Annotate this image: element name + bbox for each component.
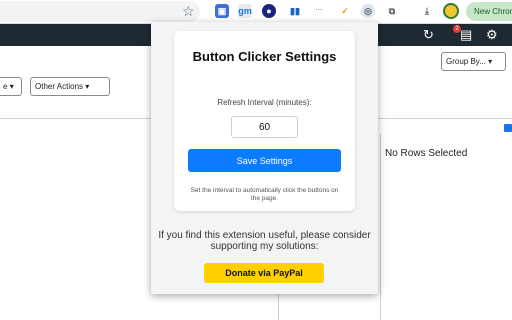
notification-badge: 2 [453, 25, 461, 33]
profile-avatar[interactable] [443, 3, 459, 19]
bookmark-star-icon[interactable]: ☆ [182, 3, 195, 20]
popup-title: Button Clicker Settings [192, 49, 337, 64]
action-select-label: e [3, 82, 8, 91]
ext-button-clicker-icon[interactable]: ◎ [361, 4, 375, 18]
divider [380, 134, 381, 320]
new-chrome-button[interactable]: New Chrom [466, 2, 512, 21]
save-settings-button[interactable]: Save Settings [188, 149, 341, 172]
help-text: Set the interval to automatically click … [190, 187, 339, 202]
action-select[interactable]: e ▾ [0, 77, 22, 96]
other-actions-select[interactable]: Other Actions ▾ [30, 77, 110, 96]
select-checkbox[interactable] [504, 124, 512, 132]
support-text: If you find this extension useful, pleas… [158, 230, 371, 252]
ext-gm-icon[interactable]: ● [262, 4, 276, 18]
settings-gear-icon[interactable]: ⚙ [486, 27, 498, 43]
chevron-down-icon: ▾ [85, 82, 90, 91]
chevron-down-icon: ▾ [9, 82, 14, 91]
interval-input[interactable] [231, 116, 298, 138]
ext-screenshot-icon[interactable]: ▣ [215, 4, 229, 18]
ext-tool-icon[interactable]: ··· [312, 4, 326, 18]
ext-grammarly-icon[interactable]: gm [238, 4, 252, 18]
address-bar[interactable] [0, 1, 200, 22]
ext-analytics-icon[interactable]: ▮▮ [288, 4, 302, 18]
chevron-down-icon: ▾ [488, 57, 493, 66]
print-icon[interactable]: ▤ [460, 27, 472, 43]
interval-label: Refresh Interval (minutes): [217, 98, 312, 107]
donate-paypal-button[interactable]: Donate via PayPal [204, 263, 324, 283]
no-rows-selected-text: No Rows Selected [385, 148, 468, 159]
other-actions-label: Other Actions [35, 82, 84, 91]
browser-toolbar: ☆ ▣ gm ● ▮▮ ··· ✓ ◎ ⧉ ⤓ New Chrom [0, 0, 512, 24]
refresh-icon[interactable]: ↻ [423, 27, 434, 43]
ext-puzzle-icon[interactable]: ⧉ [385, 4, 399, 18]
settings-card: Button Clicker Settings Refresh Interval… [174, 31, 355, 211]
download-icon[interactable]: ⤓ [420, 4, 434, 18]
group-by-label: Group By... [446, 57, 486, 66]
extension-popup: Button Clicker Settings Refresh Interval… [151, 22, 378, 294]
ext-vee-icon[interactable]: ✓ [338, 4, 352, 18]
group-by-select[interactable]: Group By... ▾ [441, 52, 506, 71]
